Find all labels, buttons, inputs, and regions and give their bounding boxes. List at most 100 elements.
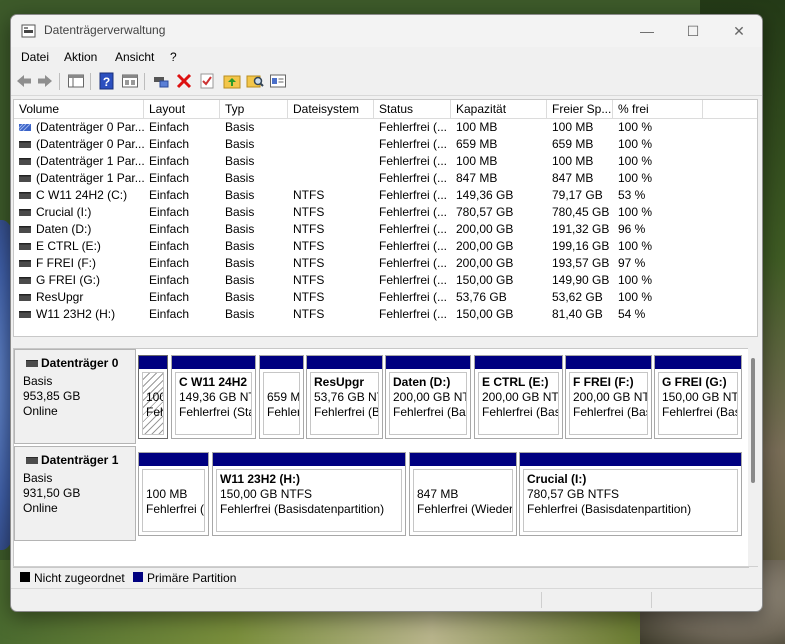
column-header-dateisystem[interactable]: Dateisystem (288, 100, 374, 118)
partition-block[interactable]: Daten (D:)200,00 GB NTFSFehlerfrei (Basi… (385, 355, 471, 439)
volume-capacity: 150,00 GB (456, 307, 514, 321)
partition-block[interactable]: F FREI (F:)200,00 GB NTFSFehlerfrei (Bas… (565, 355, 652, 439)
volume-filesystem: NTFS (293, 188, 325, 202)
minimize-button[interactable]: — (624, 15, 670, 47)
volume-row[interactable]: (Datenträger 0 Par... Einfach Basis Fehlerf… (14, 119, 757, 136)
volume-name: (Datenträger 0 Par... (36, 137, 144, 151)
check-icon[interactable] (198, 72, 216, 90)
volume-percent-free: 100 % (618, 137, 653, 151)
volume-free-space: 193,57 GB (552, 256, 610, 270)
volume-percent-free: 100 % (618, 154, 653, 168)
search-folder-icon[interactable] (246, 72, 264, 90)
disk-label[interactable]: Datenträger 1 Basis 931,50 GB Online (14, 446, 136, 541)
volume-percent-free: 100 % (618, 171, 653, 185)
partition-block[interactable]: ResUpgr53,76 GB NTFSFehlerfrei (Basisdat… (306, 355, 383, 439)
column-header-freier-speicher[interactable]: Freier Sp... (547, 100, 613, 118)
volume-icon (19, 209, 31, 216)
volume-filesystem (293, 136, 374, 153)
volume-row[interactable]: Crucial (I:) Einfach Basis NTFS Fehlerfrei (… (14, 204, 757, 221)
partition-block[interactable]: G FREI (G:)150,00 GB NTFSFehlerfrei (Bas… (654, 355, 742, 439)
partition-block[interactable]: C W11 24H2149,36 GB NTFSFehlerfrei (Star… (171, 355, 256, 439)
menu-datei[interactable]: Datei (21, 50, 49, 64)
volume-type: Basis (225, 154, 255, 168)
volume-percent-free: 53 % (618, 188, 646, 202)
volume-name: (Datenträger 0 Par... (36, 120, 144, 134)
properties-icon[interactable] (121, 72, 139, 90)
partition-block[interactable]: 100 MBFehlerfrei (EFI-Systempartition) (138, 452, 209, 536)
menu-help[interactable]: ? (170, 50, 177, 64)
help-icon[interactable]: ? (98, 72, 116, 90)
maximize-button[interactable]: ☐ (670, 15, 716, 47)
volume-row[interactable]: (Datenträger 1 Par... Einfach Basis Fehlerf… (14, 153, 757, 170)
partition-block[interactable]: 659 MBFehlerfrei (Wiederherstellung) (259, 355, 304, 439)
menu-aktion[interactable]: Aktion (64, 50, 97, 64)
volume-row[interactable]: (Datenträger 0 Par... Einfach Basis Fehlerf… (14, 136, 757, 153)
partition-body: 100 MBFehlerfrei (EFI-Systempartition) (142, 469, 205, 532)
partition-size: 150,00 GB NTFS (220, 487, 313, 501)
volume-row[interactable]: E CTRL (E:) Einfach Basis NTFS Fehlerfrei (.… (14, 238, 757, 255)
volume-type: Basis (225, 307, 255, 321)
folder-up-icon[interactable] (223, 72, 241, 90)
disk-management-window: Datenträgerverwaltung — ☐ ✕ Datei Aktion… (10, 14, 763, 612)
column-header-status[interactable]: Status (374, 100, 451, 118)
volume-filesystem: NTFS (293, 239, 325, 253)
toolbar-separator (90, 73, 91, 90)
partition-label: Daten (D:) (393, 375, 451, 389)
volume-name: F FREI (F:) (36, 256, 96, 270)
disk-view-scrollbar[interactable] (748, 348, 758, 566)
volume-icon (19, 158, 31, 165)
partition-block[interactable]: 847 MBFehlerfrei (Wiederherstellung) (409, 452, 517, 536)
partition-status: Fehlerfrei (EFI (146, 405, 163, 419)
forward-icon[interactable] (36, 72, 54, 90)
volume-icon (19, 311, 31, 318)
scrollbar-thumb[interactable] (751, 358, 755, 483)
legend-swatch-primary (133, 572, 143, 582)
partition-body: 100 MBFehlerfrei (EFI (142, 372, 164, 435)
title-bar[interactable]: Datenträgerverwaltung — ☐ ✕ (11, 15, 762, 47)
column-header-layout[interactable]: Layout (144, 100, 220, 118)
volume-icon (19, 175, 31, 182)
partition-status: Fehlerfrei (Startpartition) (179, 405, 251, 419)
volume-filesystem: NTFS (293, 307, 325, 321)
column-header-prozent-frei[interactable]: % frei (613, 100, 703, 118)
delete-icon[interactable] (175, 72, 193, 90)
rescan-icon[interactable] (269, 72, 287, 90)
volume-layout: Einfach (149, 222, 190, 236)
partition-type-bar (307, 356, 382, 369)
volume-icon (19, 226, 31, 233)
partition-block[interactable]: Crucial (I:) 780,57 GB NTFS Fehlerfrei (Ba… (519, 452, 742, 536)
volume-layout: Einfach (149, 188, 190, 202)
column-header-volume[interactable]: Volume (14, 100, 144, 118)
partition-block[interactable]: W11 23H2 (H:) 150,00 GB NTFS Fehlerfrei (B… (212, 452, 406, 536)
volume-percent-free: 97 % (618, 256, 646, 270)
partition-block[interactable]: E CTRL (E:)200,00 GB NTFSFehlerfrei (Bas… (474, 355, 563, 439)
volume-type: Basis (225, 273, 255, 287)
back-icon[interactable] (15, 72, 33, 90)
volume-row[interactable]: W11 23H2 (H:) Einfach Basis NTFS Fehlerfrei … (14, 306, 757, 323)
volume-type: Basis (225, 120, 255, 134)
disk-size: 953,85 GB (23, 389, 81, 403)
connect-icon[interactable] (152, 72, 170, 90)
volume-row[interactable]: F FREI (F:) Einfach Basis NTFS Fehlerfrei (.… (14, 255, 757, 272)
volume-free-space: 149,90 GB (552, 273, 610, 287)
partition-body: G FREI (G:)150,00 GB NTFSFehlerfrei (Bas… (658, 372, 738, 435)
volume-layout: Einfach (149, 239, 190, 253)
volume-layout: Einfach (149, 205, 190, 219)
volume-layout: Einfach (149, 273, 190, 287)
volume-percent-free: 100 % (618, 273, 653, 287)
column-header-typ[interactable]: Typ (220, 100, 288, 118)
column-header-kapazitaet[interactable]: Kapazität (451, 100, 547, 118)
volume-row[interactable]: C W11 24H2 (C:) Einfach Basis NTFS Fehlerfre… (14, 187, 757, 204)
partition-block[interactable]: 100 MBFehlerfrei (EFI (138, 355, 168, 439)
volume-row[interactable]: G FREI (G:) Einfach Basis NTFS Fehlerfrei (.… (14, 272, 757, 289)
console-tree-icon[interactable] (67, 72, 85, 90)
disk-label[interactable]: Datenträger 0 Basis 953,85 GB Online (14, 349, 136, 444)
volume-list[interactable]: Volume Layout Typ Dateisystem Status Kap… (13, 99, 758, 337)
volume-row[interactable]: Daten (D:) Einfach Basis NTFS Fehlerfrei (..… (14, 221, 757, 238)
volume-row[interactable]: (Datenträger 1 Par... Einfach Basis Fehlerf… (14, 170, 757, 187)
volume-percent-free: 54 % (618, 307, 646, 321)
volume-row[interactable]: ResUpgr Einfach Basis NTFS Fehlerfrei (... 53… (14, 289, 757, 306)
close-button[interactable]: ✕ (716, 15, 762, 47)
toolbar-separator (59, 73, 60, 90)
menu-ansicht[interactable]: Ansicht (115, 50, 154, 64)
